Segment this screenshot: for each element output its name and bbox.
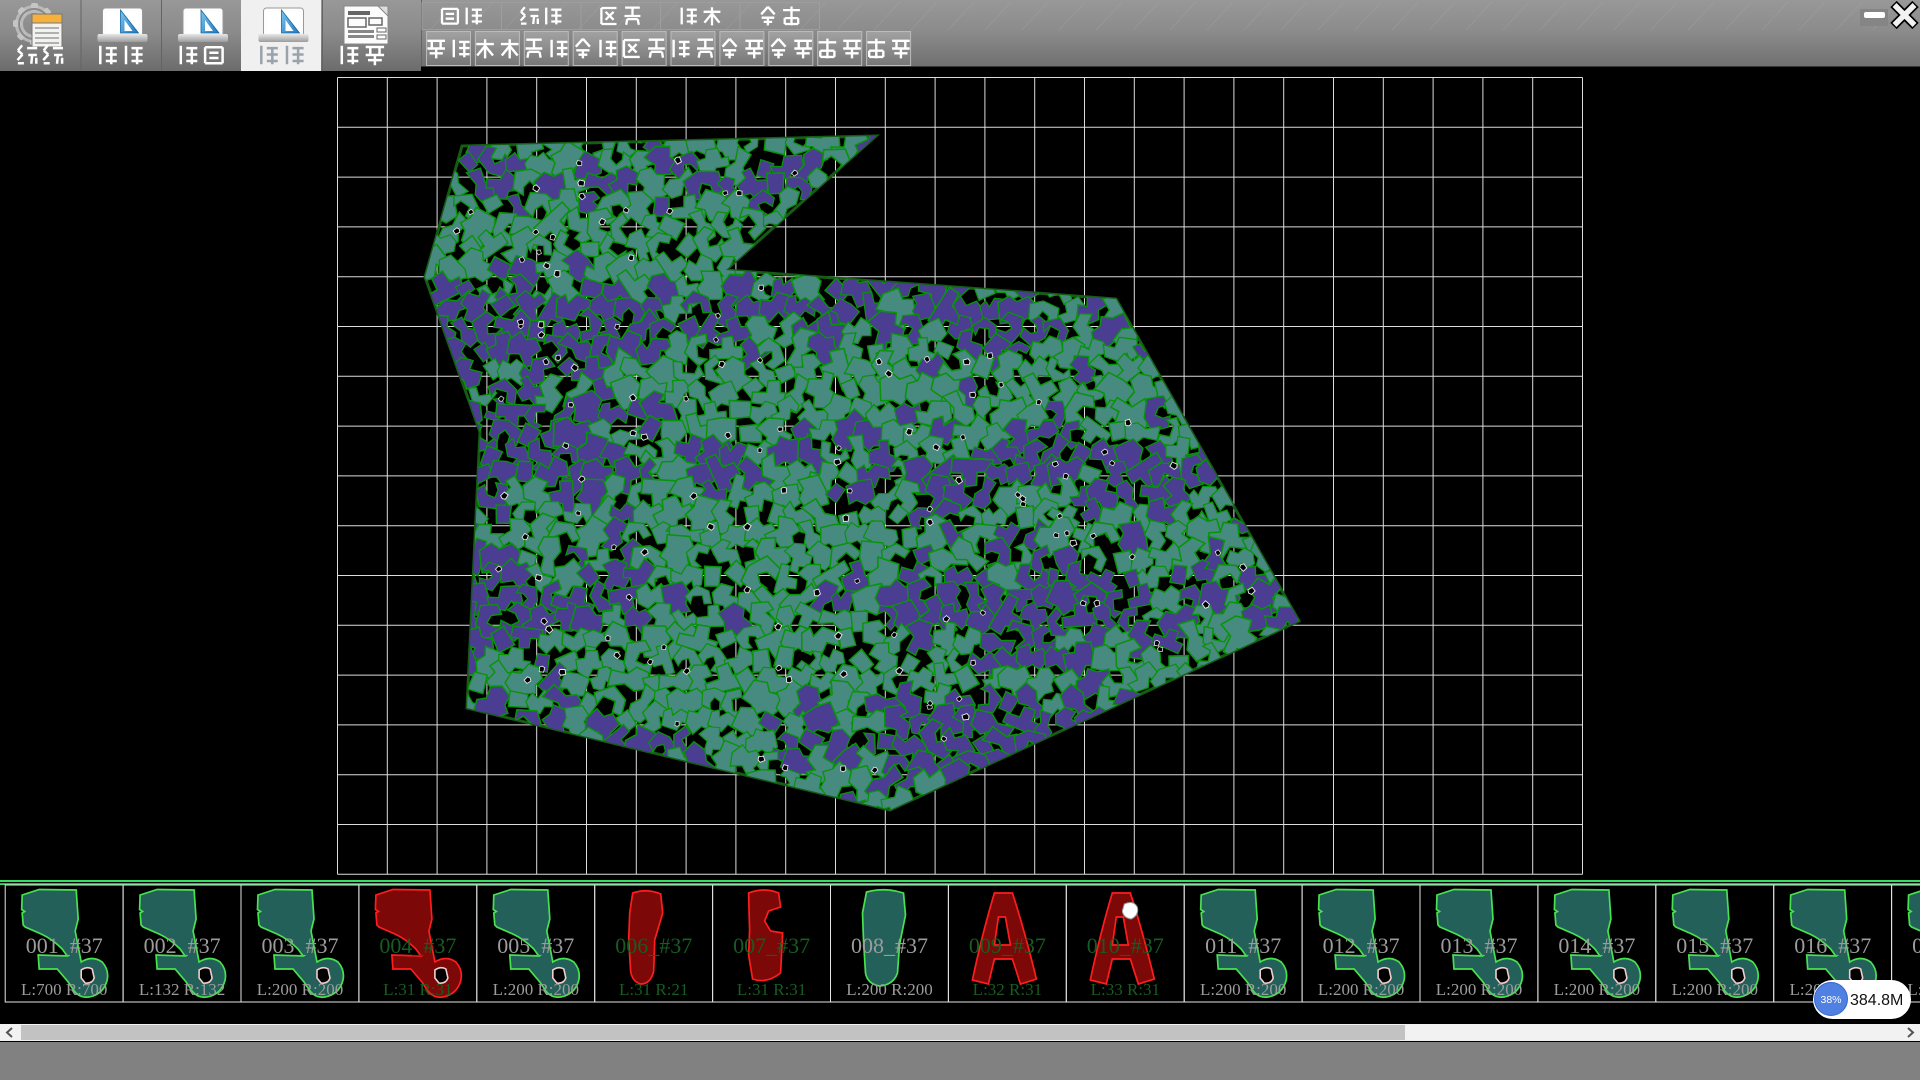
svg-text:38%: 38% bbox=[1820, 994, 1841, 1006]
svg-text:L:200 R:200: L:200 R:200 bbox=[1200, 980, 1286, 999]
svg-text:L:200 R:200: L:200 R:200 bbox=[493, 980, 579, 999]
svg-text:005_#37: 005_#37 bbox=[497, 933, 574, 958]
svg-text:014_#37: 014_#37 bbox=[1558, 933, 1635, 958]
svg-text:L:200 R:200: L:200 R:200 bbox=[1436, 980, 1522, 999]
svg-text:L:200 R:200: L:200 R:200 bbox=[1672, 980, 1758, 999]
svg-text:013_#37: 013_#37 bbox=[1441, 933, 1518, 958]
svg-text:L:200 R:200: L:200 R:200 bbox=[257, 980, 343, 999]
svg-text:012_#37: 012_#37 bbox=[1323, 933, 1400, 958]
svg-text:008_#37: 008_#37 bbox=[851, 933, 928, 958]
svg-text:L:31 R:31: L:31 R:31 bbox=[737, 980, 806, 999]
svg-text:015_#37: 015_#37 bbox=[1676, 933, 1753, 958]
svg-text:L:132 R:132: L:132 R:132 bbox=[139, 980, 225, 999]
svg-text:L:200 R:200: L:200 R:200 bbox=[846, 980, 932, 999]
svg-text:L:32 R:31: L:32 R:31 bbox=[973, 980, 1042, 999]
svg-text:L:200 R:200: L:200 R:200 bbox=[1318, 980, 1404, 999]
svg-text:004_#37: 004_#37 bbox=[379, 933, 456, 958]
svg-text:L:31 R:31: L:31 R:31 bbox=[383, 980, 452, 999]
svg-text:001_#37: 001_#37 bbox=[26, 933, 103, 958]
svg-text:384.8M: 384.8M bbox=[1850, 992, 1903, 1009]
svg-text:L:31 R:21: L:31 R:21 bbox=[619, 980, 688, 999]
svg-text:L:33 R:31: L:33 R:31 bbox=[1091, 980, 1160, 999]
svg-text:010_#37: 010_#37 bbox=[1087, 933, 1164, 958]
svg-text:016_#37: 016_#37 bbox=[1794, 933, 1871, 958]
svg-text:L:200 R:200: L:200 R:200 bbox=[1554, 980, 1640, 999]
svg-text:007_#37: 007_#37 bbox=[733, 933, 810, 958]
svg-text:L:700 R:700: L:700 R:700 bbox=[21, 980, 107, 999]
svg-text:011_#37: 011_#37 bbox=[1205, 933, 1281, 958]
svg-text:017_#37: 017_#37 bbox=[1912, 933, 1920, 958]
svg-text:009_#37: 009_#37 bbox=[969, 933, 1046, 958]
svg-text:002_#37: 002_#37 bbox=[144, 933, 221, 958]
svg-text:006_#37: 006_#37 bbox=[615, 933, 692, 958]
svg-text:003_#37: 003_#37 bbox=[262, 933, 339, 958]
